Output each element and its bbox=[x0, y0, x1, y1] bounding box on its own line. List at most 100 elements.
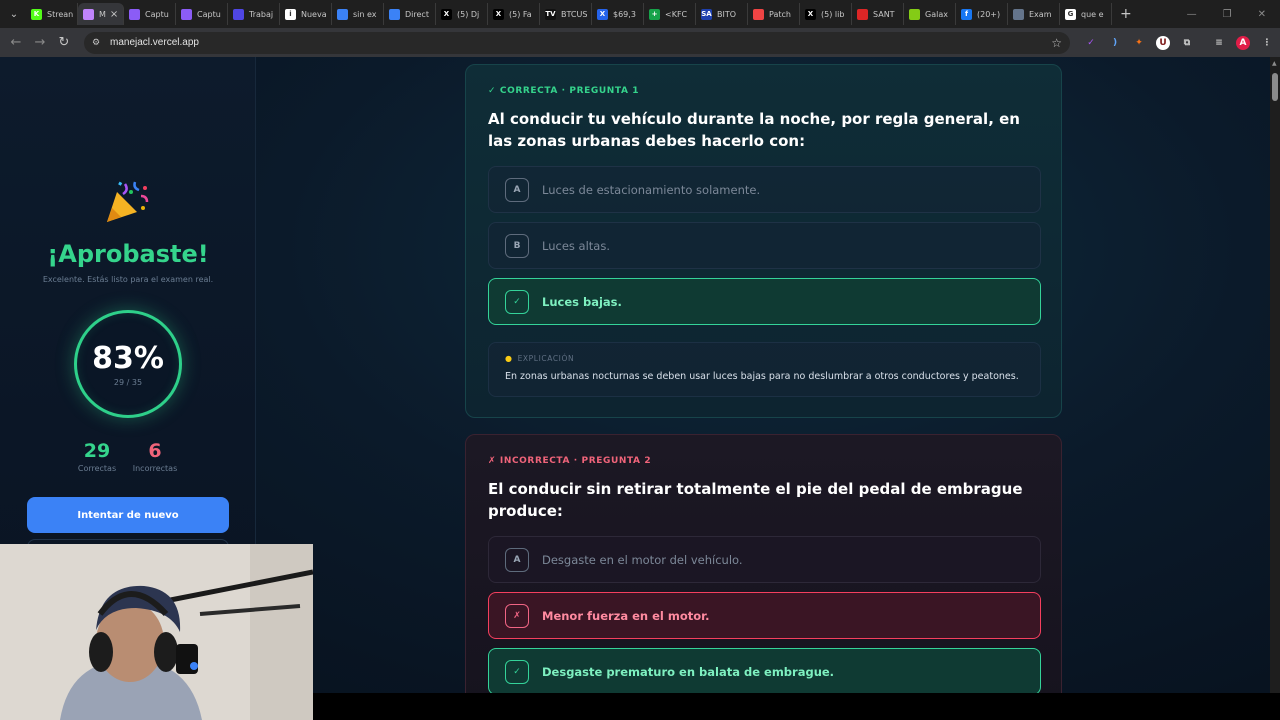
minimize-icon[interactable]: — bbox=[1187, 9, 1197, 20]
option-wrong: ✗ Menor fuerza en el motor. bbox=[488, 592, 1041, 639]
address-bar[interactable]: ⚙ manejacl.vercel.app ☆ bbox=[84, 31, 1070, 54]
browser-tab[interactable]: SANT bbox=[852, 3, 904, 25]
tab-favicon-icon: K bbox=[31, 8, 42, 20]
extensions-puzzle-icon[interactable]: ⧉ bbox=[1180, 36, 1194, 50]
tab-title: Exam bbox=[1029, 9, 1052, 19]
webcam-overlay bbox=[0, 544, 313, 720]
option-a: A Luces de estacionamiento solamente. bbox=[488, 166, 1041, 213]
explanation-label: EXPLICACIÓN bbox=[517, 354, 575, 363]
lightbulb-icon: ● bbox=[505, 354, 513, 363]
browser-tab[interactable]: X (5) lib bbox=[800, 3, 852, 25]
new-tab-button[interactable]: + bbox=[1120, 6, 1132, 22]
browser-menu-icon[interactable]: ⋮ bbox=[1260, 36, 1274, 50]
tab-title: Captu bbox=[197, 9, 221, 19]
tab-favicon-icon: G bbox=[1065, 8, 1076, 20]
ublock-icon[interactable]: U bbox=[1156, 35, 1170, 50]
extension-icon-3[interactable]: ✦ bbox=[1132, 36, 1146, 50]
browser-tab[interactable]: f (20+) bbox=[956, 3, 1008, 25]
option-key: B bbox=[505, 233, 529, 258]
option-text: Luces altas. bbox=[542, 238, 610, 253]
browser-tab[interactable]: Direct bbox=[384, 3, 436, 25]
browser-tab[interactable]: Galax bbox=[904, 3, 956, 25]
browser-tab[interactable]: K Strean bbox=[26, 3, 78, 25]
scrollbar-thumb[interactable] bbox=[1272, 73, 1278, 101]
tab-title: BTCUS bbox=[561, 9, 588, 19]
tab-close-icon[interactable]: × bbox=[110, 9, 118, 20]
tab-favicon-icon bbox=[129, 8, 140, 20]
browser-tab[interactable]: Gque e bbox=[1060, 3, 1112, 25]
tab-title: que e bbox=[1081, 9, 1104, 19]
tab-favicon-icon: X bbox=[597, 8, 608, 20]
option-text: Desgaste prematuro en balata de embrague… bbox=[542, 664, 835, 679]
scroll-up-icon[interactable]: ▲ bbox=[1272, 60, 1277, 67]
browser-tab[interactable]: X $69,3 bbox=[592, 3, 644, 25]
tab-favicon-icon bbox=[857, 8, 868, 20]
browser-tab[interactable]: Exam bbox=[1008, 3, 1060, 25]
tab-favicon-icon bbox=[909, 8, 920, 20]
browser-tab[interactable]: Captu bbox=[124, 3, 176, 25]
browser-tab[interactable]: i Nueva bbox=[280, 3, 332, 25]
browser-tab[interactable]: SA BITO bbox=[696, 3, 748, 25]
correct-label: Correctas bbox=[77, 464, 117, 473]
browser-tab[interactable]: + <KFC bbox=[644, 3, 696, 25]
option-b: B Luces altas. bbox=[488, 222, 1041, 269]
profile-avatar[interactable]: A bbox=[1236, 35, 1250, 50]
tab-title: (5) lib bbox=[821, 9, 845, 19]
score-fraction: 29 / 35 bbox=[113, 378, 143, 387]
question-status-tag: ✗ INCORRECTA · PREGUNTA 2 bbox=[488, 456, 652, 466]
tab-favicon-icon: i bbox=[285, 8, 296, 20]
score-percentage: 83% bbox=[92, 341, 164, 376]
tab-search-chevron-icon[interactable]: ⌄ bbox=[2, 3, 26, 25]
tab-title: (5) Dj bbox=[457, 9, 480, 19]
tab-title: M bbox=[99, 9, 106, 19]
tab-favicon-icon: SA bbox=[701, 8, 712, 20]
browser-tab[interactable]: X (5) Fa bbox=[488, 3, 540, 25]
option-text: Luces bajas. bbox=[542, 294, 622, 309]
browser-tab-bar: ⌄ K Strean M × Captu Captu Trabaj i Nueva sin ex D… bbox=[0, 0, 1280, 28]
option-text: Menor fuerza en el motor. bbox=[542, 608, 710, 623]
tab-favicon-icon: X bbox=[805, 8, 816, 20]
incorrect-label: Incorrectas bbox=[132, 464, 178, 473]
browser-tab[interactable]: Patch bbox=[748, 3, 800, 25]
tab-title: Galax bbox=[925, 9, 948, 19]
site-info-icon[interactable]: ⚙ bbox=[90, 37, 102, 49]
result-subtitle: Excelente. Estás listo para el examen re… bbox=[42, 275, 214, 284]
browser-tab[interactable]: sin ex bbox=[332, 3, 384, 25]
bookmark-star-icon[interactable]: ☆ bbox=[1051, 36, 1062, 50]
tab-favicon-icon: + bbox=[649, 8, 660, 20]
browser-tab[interactable]: M × bbox=[78, 3, 124, 25]
browser-tab[interactable]: Captu bbox=[176, 3, 228, 25]
close-window-icon[interactable]: ✕ bbox=[1258, 9, 1266, 20]
reload-icon[interactable]: ↻ bbox=[52, 35, 76, 50]
retry-button[interactable]: Intentar de nuevo bbox=[27, 497, 229, 533]
tab-favicon-icon: f bbox=[961, 8, 972, 20]
correct-stat: 29 Correctas bbox=[67, 440, 127, 473]
tab-favicon-icon: TV bbox=[545, 8, 556, 20]
forward-arrow-icon[interactable]: → bbox=[28, 35, 52, 50]
extension-icon-1[interactable]: ✓ bbox=[1084, 36, 1098, 50]
back-arrow-icon[interactable]: ← bbox=[4, 35, 28, 50]
score-ring: 83% 29 / 35 bbox=[74, 310, 182, 418]
browser-tab[interactable]: X (5) Dj bbox=[436, 3, 488, 25]
check-icon: ✓ bbox=[505, 289, 529, 314]
window-controls: — ❐ ✕ bbox=[1187, 9, 1280, 20]
browser-tab[interactable]: Trabaj bbox=[228, 3, 280, 25]
party-popper-icon bbox=[107, 181, 149, 222]
tab-title: Direct bbox=[405, 9, 429, 19]
check-icon: ✓ bbox=[505, 659, 529, 684]
option-text: Desgaste en el motor del vehículo. bbox=[542, 552, 743, 567]
browser-tab[interactable]: TV BTCUS bbox=[540, 3, 592, 25]
correct-count: 29 bbox=[83, 440, 111, 462]
tab-favicon-icon bbox=[1013, 8, 1024, 20]
question-text: Al conducir tu vehículo durante la noche… bbox=[488, 110, 1020, 150]
tab-title: SANT bbox=[873, 9, 895, 19]
extension-icon-2[interactable]: ) bbox=[1108, 36, 1122, 50]
tab-favicon-icon: X bbox=[441, 8, 452, 20]
explanation-text: En zonas urbanas nocturnas se deben usar… bbox=[505, 371, 1019, 382]
option-a: A Desgaste en el motor del vehículo. bbox=[488, 536, 1041, 583]
restore-icon[interactable]: ❐ bbox=[1223, 9, 1232, 20]
page-scrollbar[interactable]: ▲ bbox=[1270, 57, 1280, 693]
reading-list-icon[interactable]: ≡ bbox=[1212, 36, 1226, 50]
tab-favicon-icon bbox=[753, 8, 764, 20]
question-card-1: ✓ CORRECTA · PREGUNTA 1 Al conducir tu v… bbox=[465, 64, 1062, 418]
